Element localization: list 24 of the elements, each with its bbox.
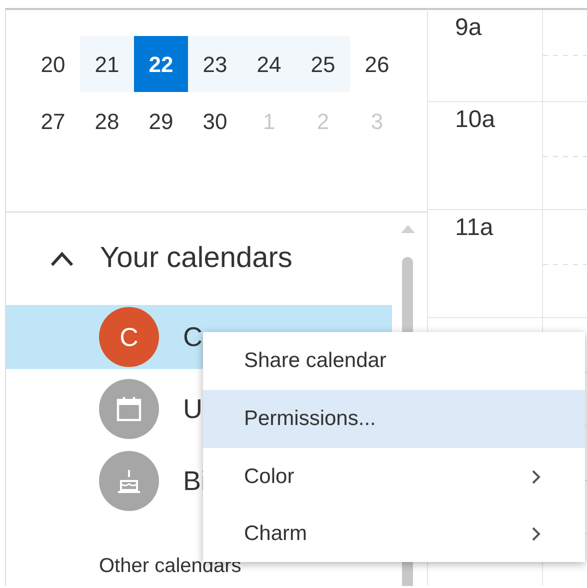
scroll-up-icon — [400, 225, 414, 233]
calendar-day[interactable]: 29 — [134, 93, 188, 149]
time-label: 11a — [455, 214, 494, 241]
calendar-day[interactable]: 25 — [296, 36, 350, 92]
menu-item[interactable]: Charm — [203, 506, 585, 562]
menu-item[interactable]: Permissions... — [203, 390, 585, 448]
calendar-day[interactable]: 27 — [26, 93, 80, 149]
calendar-initial-avatar: C — [99, 307, 159, 367]
calendar-day[interactable]: 23 — [188, 36, 242, 92]
calendar-day[interactable]: 24 — [242, 36, 296, 92]
calendar-day[interactable]: 22 — [134, 36, 188, 92]
section-title: Your calendars — [100, 241, 292, 276]
time-label: 9a — [455, 14, 482, 41]
menu-item[interactable]: Share calendar — [203, 332, 585, 390]
calendar-day[interactable]: 28 — [80, 93, 134, 149]
chevron-up-icon[interactable] — [50, 251, 74, 267]
menu-item[interactable]: Color — [203, 448, 585, 506]
calendar-day[interactable]: 30 — [188, 93, 242, 149]
calendar-day[interactable]: 21 — [80, 36, 134, 92]
time-label: 10a — [455, 106, 496, 133]
chevron-right-icon — [531, 526, 541, 542]
calendar-day[interactable]: 26 — [350, 36, 404, 92]
calendar-day[interactable]: 20 — [26, 36, 80, 92]
chevron-right-icon — [531, 469, 541, 485]
